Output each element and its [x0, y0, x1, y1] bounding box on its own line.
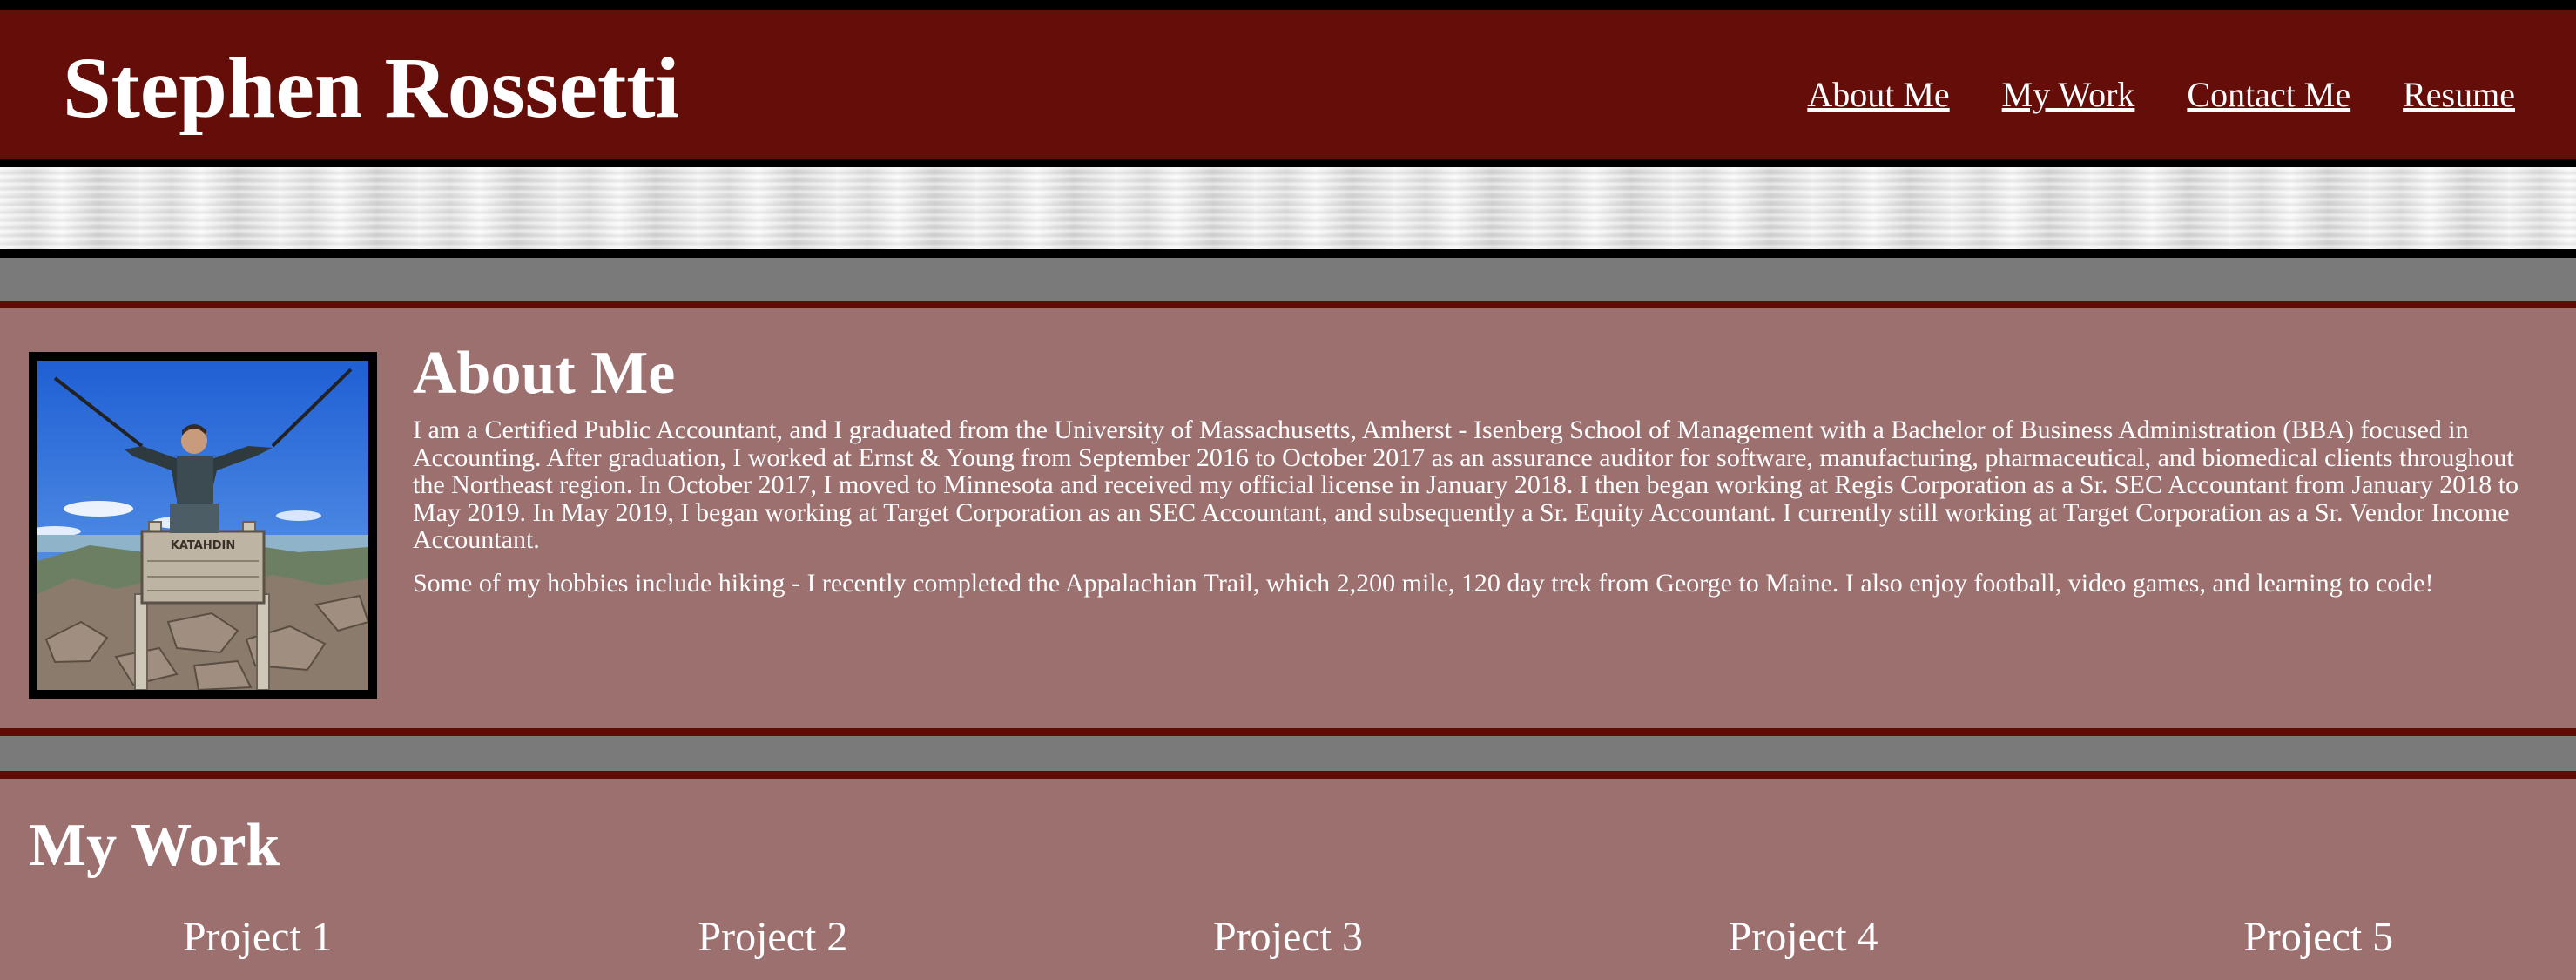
- about-me-section: KATAHDIN About Me I am a Certified Publi…: [0, 301, 2576, 736]
- nav-link-resume[interactable]: Resume: [2403, 78, 2515, 112]
- main-nav: About Me My Work Contact Me Resume: [1807, 78, 2515, 112]
- profile-photo-illustration: KATAHDIN: [37, 361, 368, 690]
- project-link-3[interactable]: Project 3: [1213, 916, 1363, 958]
- profile-photo: KATAHDIN: [29, 352, 377, 699]
- nav-link-my-work[interactable]: My Work: [2002, 78, 2135, 112]
- nav-link-contact-me[interactable]: Contact Me: [2187, 78, 2350, 112]
- about-me-heading: About Me: [413, 340, 676, 407]
- project-link-5[interactable]: Project 5: [2243, 916, 2393, 958]
- project-link-2[interactable]: Project 2: [698, 916, 847, 958]
- nav-link-about-me[interactable]: About Me: [1807, 78, 1949, 112]
- my-work-section: My Work Project 1 Project 2 Project 3 Pr…: [0, 771, 2576, 980]
- about-me-content: About Me I am a Certified Public Account…: [413, 343, 2536, 597]
- site-title: Stephen Rossetti: [63, 39, 680, 136]
- project-link-1[interactable]: Project 1: [183, 916, 333, 958]
- my-work-heading: My Work: [29, 812, 280, 879]
- about-paragraph-hobbies: Some of my hobbies include hiking - I re…: [413, 568, 2434, 598]
- project-link-4[interactable]: Project 4: [1729, 916, 1878, 958]
- site-header: Stephen Rossetti About Me My Work Contac…: [0, 0, 2576, 167]
- marble-banner: [0, 167, 2576, 258]
- about-paragraph-bio: I am a Certified Public Accountant, and …: [413, 416, 2519, 554]
- project-list: Project 1 Project 2 Project 3 Project 4 …: [0, 916, 2576, 958]
- sign-text: KATAHDIN: [171, 539, 235, 552]
